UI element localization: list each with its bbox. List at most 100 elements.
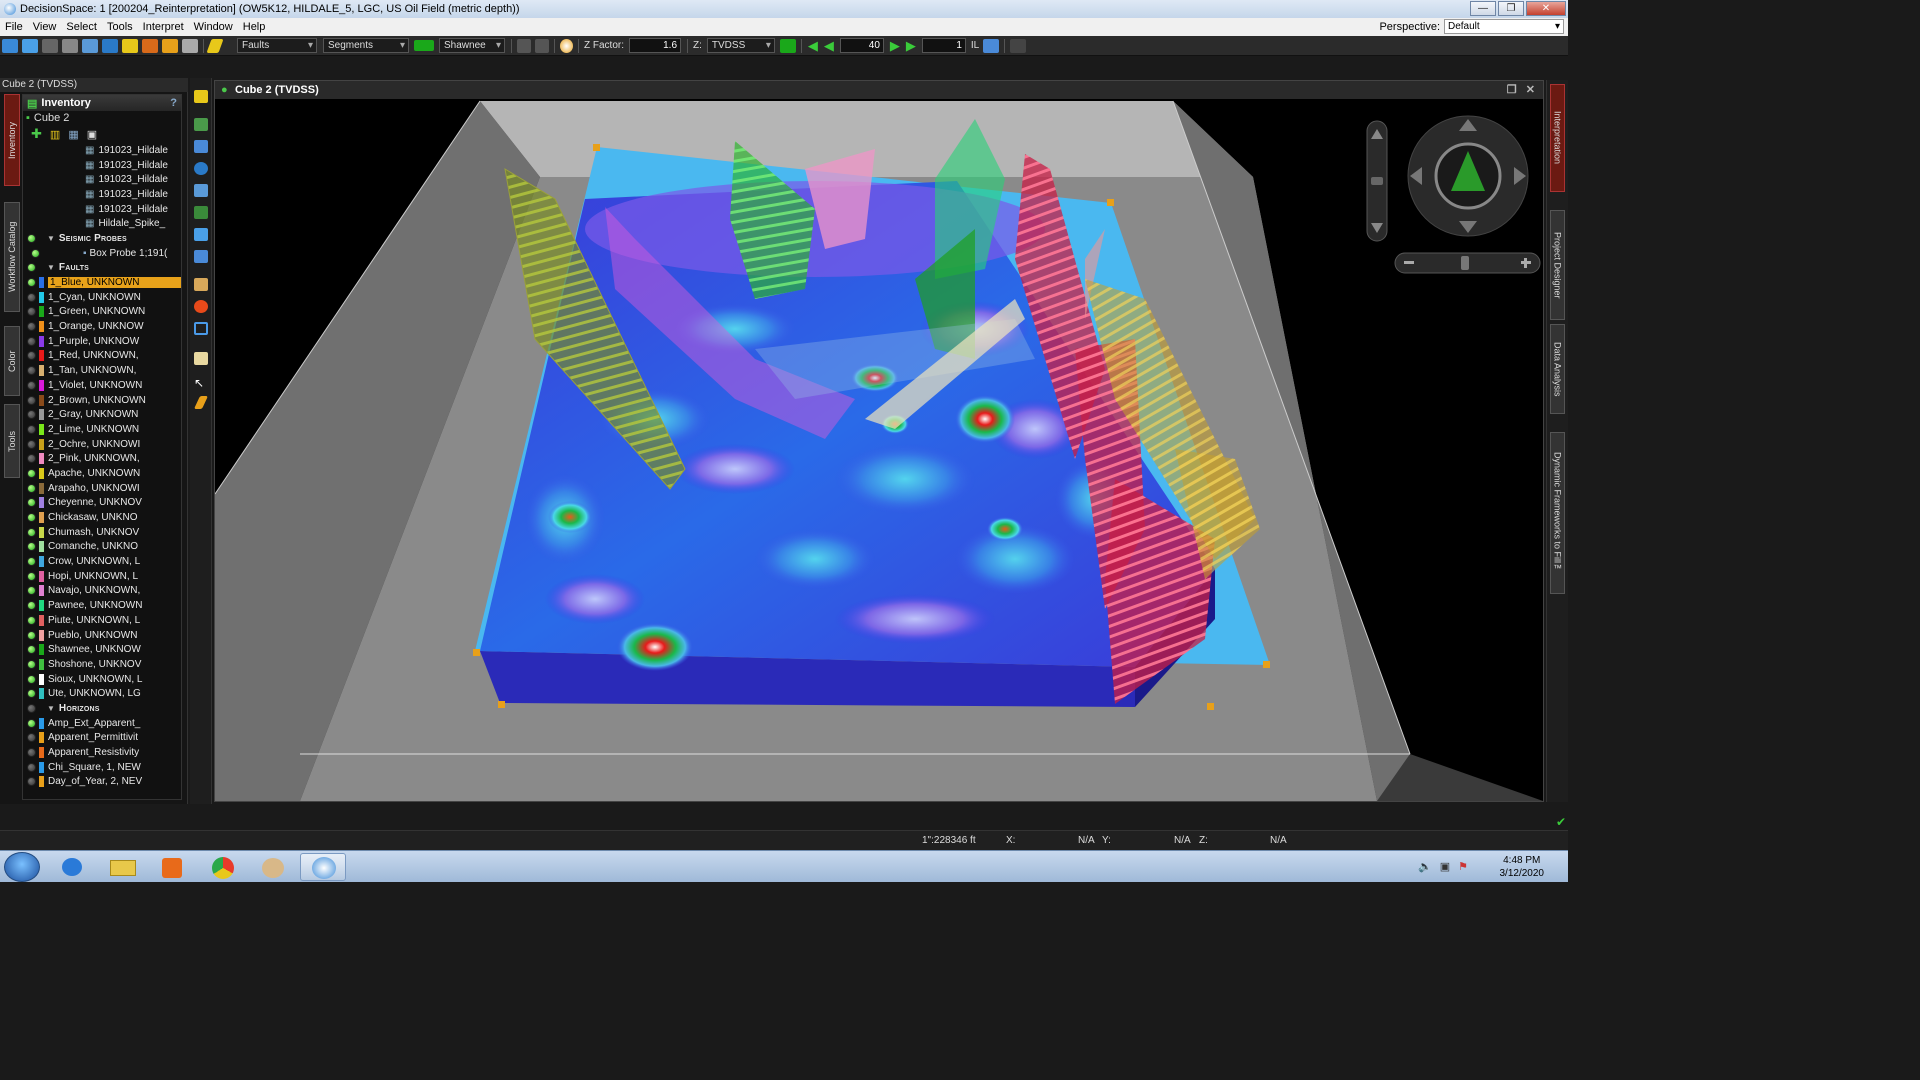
cube-view-icon[interactable] [194,228,208,241]
step-input[interactable]: 1 [921,38,966,53]
restore-button[interactable]: ❐ [1498,1,1524,16]
fault-color-swatch[interactable] [414,40,434,51]
ie-taskbar-icon[interactable] [50,853,96,881]
visibility-toggle[interactable] [27,777,36,787]
fault-item[interactable]: 1_Orange, UNKNOW [23,319,181,334]
fault-item[interactable]: Apache, UNKNOWN [23,466,181,481]
seismic-item[interactable]: ▦ 191023_Hildale [23,187,181,202]
horizon-item[interactable]: Chi_Square, 1, NEW [23,760,181,775]
tab-tools[interactable]: Tools [4,404,20,478]
visibility-toggle[interactable] [27,410,36,420]
menu-file[interactable]: File [0,21,28,33]
visibility-toggle[interactable] [27,424,36,434]
menu-window[interactable]: Window [189,21,238,33]
help-icon[interactable]: ? [170,97,177,109]
pencil-icon[interactable] [206,38,224,53]
visibility-toggle[interactable] [27,468,36,478]
fault-item[interactable]: Hopi, UNKNOWN, L [23,569,181,584]
pointer-icon[interactable]: ↖ [194,376,208,390]
snapshot-icon[interactable] [983,38,1000,53]
menu-help[interactable]: Help [238,21,271,33]
fault-item[interactable]: Chumash, UNKNOV [23,525,181,540]
visibility-toggle[interactable] [27,498,36,508]
volume-icon[interactable]: 🔈 [1418,860,1432,873]
tab-project-designer[interactable]: Project Designer [1550,210,1565,320]
fault-item[interactable]: Pawnee, UNKNOWN [23,598,181,613]
collapse-icon[interactable]: ▣ [87,128,97,141]
paint-taskbar-icon[interactable] [250,853,296,881]
visibility-toggle[interactable] [27,601,36,611]
zoom-icon[interactable] [194,140,208,153]
root-item[interactable]: ▪ Cube 2 [23,111,181,125]
explorer-taskbar-icon[interactable] [100,853,146,881]
fault-item[interactable]: 1_Red, UNKNOWN, [23,349,181,364]
visibility-toggle[interactable] [27,513,36,523]
visibility-toggle[interactable] [27,733,36,743]
fault-item[interactable]: Comanche, UNKNO [23,540,181,555]
undo-icon[interactable] [517,38,531,53]
fault-item[interactable]: 1_Green, UNKNOWN [23,305,181,320]
add-icon[interactable]: ✚ [31,126,42,142]
visibility-toggle[interactable] [27,615,36,625]
fault-item[interactable]: Cheyenne, UNKNOV [23,496,181,511]
fault-item[interactable]: 2_Pink, UNKNOWN, [23,451,181,466]
fault-item[interactable]: Sioux, UNKNOWN, L [23,672,181,687]
first-slice-icon[interactable]: ◀ [808,38,818,54]
visibility-toggle[interactable] [27,689,36,699]
fault-item[interactable]: 2_Ochre, UNKNOWI [23,437,181,452]
3d-scene[interactable] [215,99,1543,801]
visibility-toggle[interactable] [27,366,36,376]
menu-view[interactable]: View [28,21,62,33]
visibility-toggle[interactable] [27,630,36,640]
lighting-icon[interactable] [560,38,573,53]
box-icon[interactable] [194,322,208,335]
horizon-item[interactable]: Amp_Ext_Apparent_ [23,716,181,731]
fault-item[interactable]: 1_Purple, UNKNOW [23,334,181,349]
section-faults[interactable]: ▼ Faults [23,261,181,276]
expand-icon[interactable]: ▦ [68,128,78,141]
tab-color[interactable]: Color [4,326,20,396]
fault-item[interactable]: Pueblo, UNKNOWN [23,628,181,643]
clock[interactable]: 4:48 PM 3/12/2020 [1500,854,1545,880]
fault-item[interactable]: Shawnee, UNKNOW [23,642,181,657]
tab-data-analysis[interactable]: Data Analysis [1550,324,1565,414]
arrow-icon[interactable] [142,38,158,53]
globe-icon[interactable] [102,38,118,53]
seismic-item[interactable]: ▦ 191023_Hildale [23,172,181,187]
perspective-select[interactable]: Default ▾ [1444,19,1564,34]
fault-item[interactable]: Chickasaw, UNKNO [23,510,181,525]
tab-inventory[interactable]: Inventory [4,94,20,186]
fault-item[interactable]: Arapaho, UNKNOWI [23,481,181,496]
visibility-toggle[interactable] [27,307,36,317]
visibility-toggle[interactable] [27,527,36,537]
fit-icon[interactable] [779,38,796,53]
probe-item[interactable]: ▪ Box Probe 1;191( [23,246,181,261]
fault-item[interactable]: Piute, UNKNOWN, L [23,613,181,628]
faults-select[interactable]: Faults [237,38,317,53]
hand-icon[interactable] [194,352,208,365]
open-icon[interactable] [22,38,38,53]
zoom-extents-icon[interactable] [194,118,208,131]
visibility-toggle[interactable] [27,351,36,361]
layout-icon[interactable] [1010,38,1027,53]
menu-select[interactable]: Select [61,21,102,33]
folder-icon[interactable] [122,38,138,53]
start-button[interactable] [4,852,40,882]
visibility-toggle[interactable] [27,557,36,567]
navigation-widget[interactable] [1366,115,1541,274]
slice-icon[interactable] [194,278,208,291]
horizon-item[interactable]: Apparent_Permittivit [23,731,181,746]
visibility-toggle[interactable] [27,542,36,552]
visibility-toggle[interactable] [27,454,36,464]
save-icon[interactable] [42,38,58,53]
play-icon[interactable]: ▶ [906,38,916,54]
visibility-toggle[interactable] [27,571,36,581]
menu-interpret[interactable]: Interpret [138,21,189,33]
tray-icons[interactable]: 🔈 ▣ ⚑ [1418,860,1468,873]
section-horizons[interactable]: ▼ Horizons [23,701,181,716]
visibility-toggle[interactable] [27,380,36,390]
visibility-toggle[interactable] [27,586,36,596]
top-view-icon[interactable] [194,206,208,219]
new-icon[interactable] [2,38,18,53]
segments-select[interactable]: Segments [323,38,409,53]
